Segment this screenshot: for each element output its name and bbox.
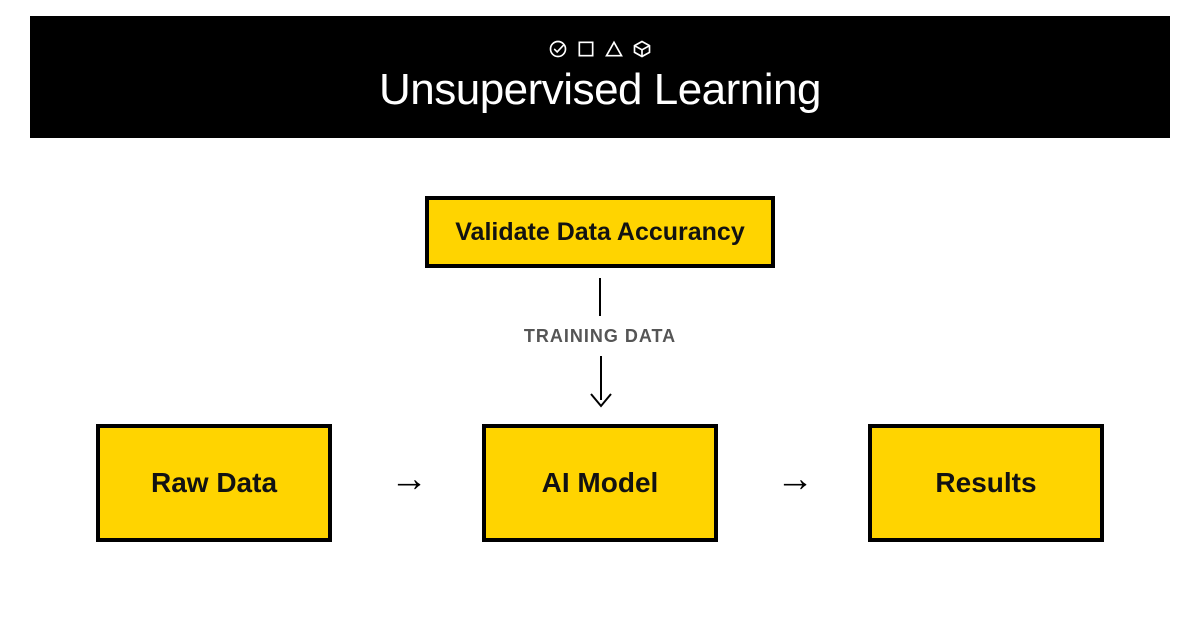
box-results: Results bbox=[868, 424, 1104, 542]
box-ai-label: AI Model bbox=[542, 467, 659, 499]
header-icon-row bbox=[548, 39, 652, 59]
box-ai-model: AI Model bbox=[482, 424, 718, 542]
box-raw-data: Raw Data bbox=[96, 424, 332, 542]
header-banner: Unsupervised Learning bbox=[30, 16, 1170, 138]
arrow-right-icon: → bbox=[390, 458, 428, 501]
page-title: Unsupervised Learning bbox=[379, 65, 821, 115]
box-validate-accuracy: Validate Data Accurancy bbox=[425, 196, 775, 268]
check-circle-icon bbox=[548, 39, 568, 59]
square-icon bbox=[576, 39, 596, 59]
box-raw-label: Raw Data bbox=[151, 467, 277, 499]
arrow-down-icon bbox=[576, 352, 626, 412]
training-data-label: TRAINING DATA bbox=[480, 326, 720, 347]
box-validate-label: Validate Data Accurancy bbox=[455, 218, 745, 247]
arrow-right-icon: → bbox=[776, 458, 814, 501]
triangle-icon bbox=[604, 39, 624, 59]
box-results-label: Results bbox=[935, 467, 1036, 499]
connector-line-top bbox=[599, 278, 601, 316]
cube-icon bbox=[632, 39, 652, 59]
